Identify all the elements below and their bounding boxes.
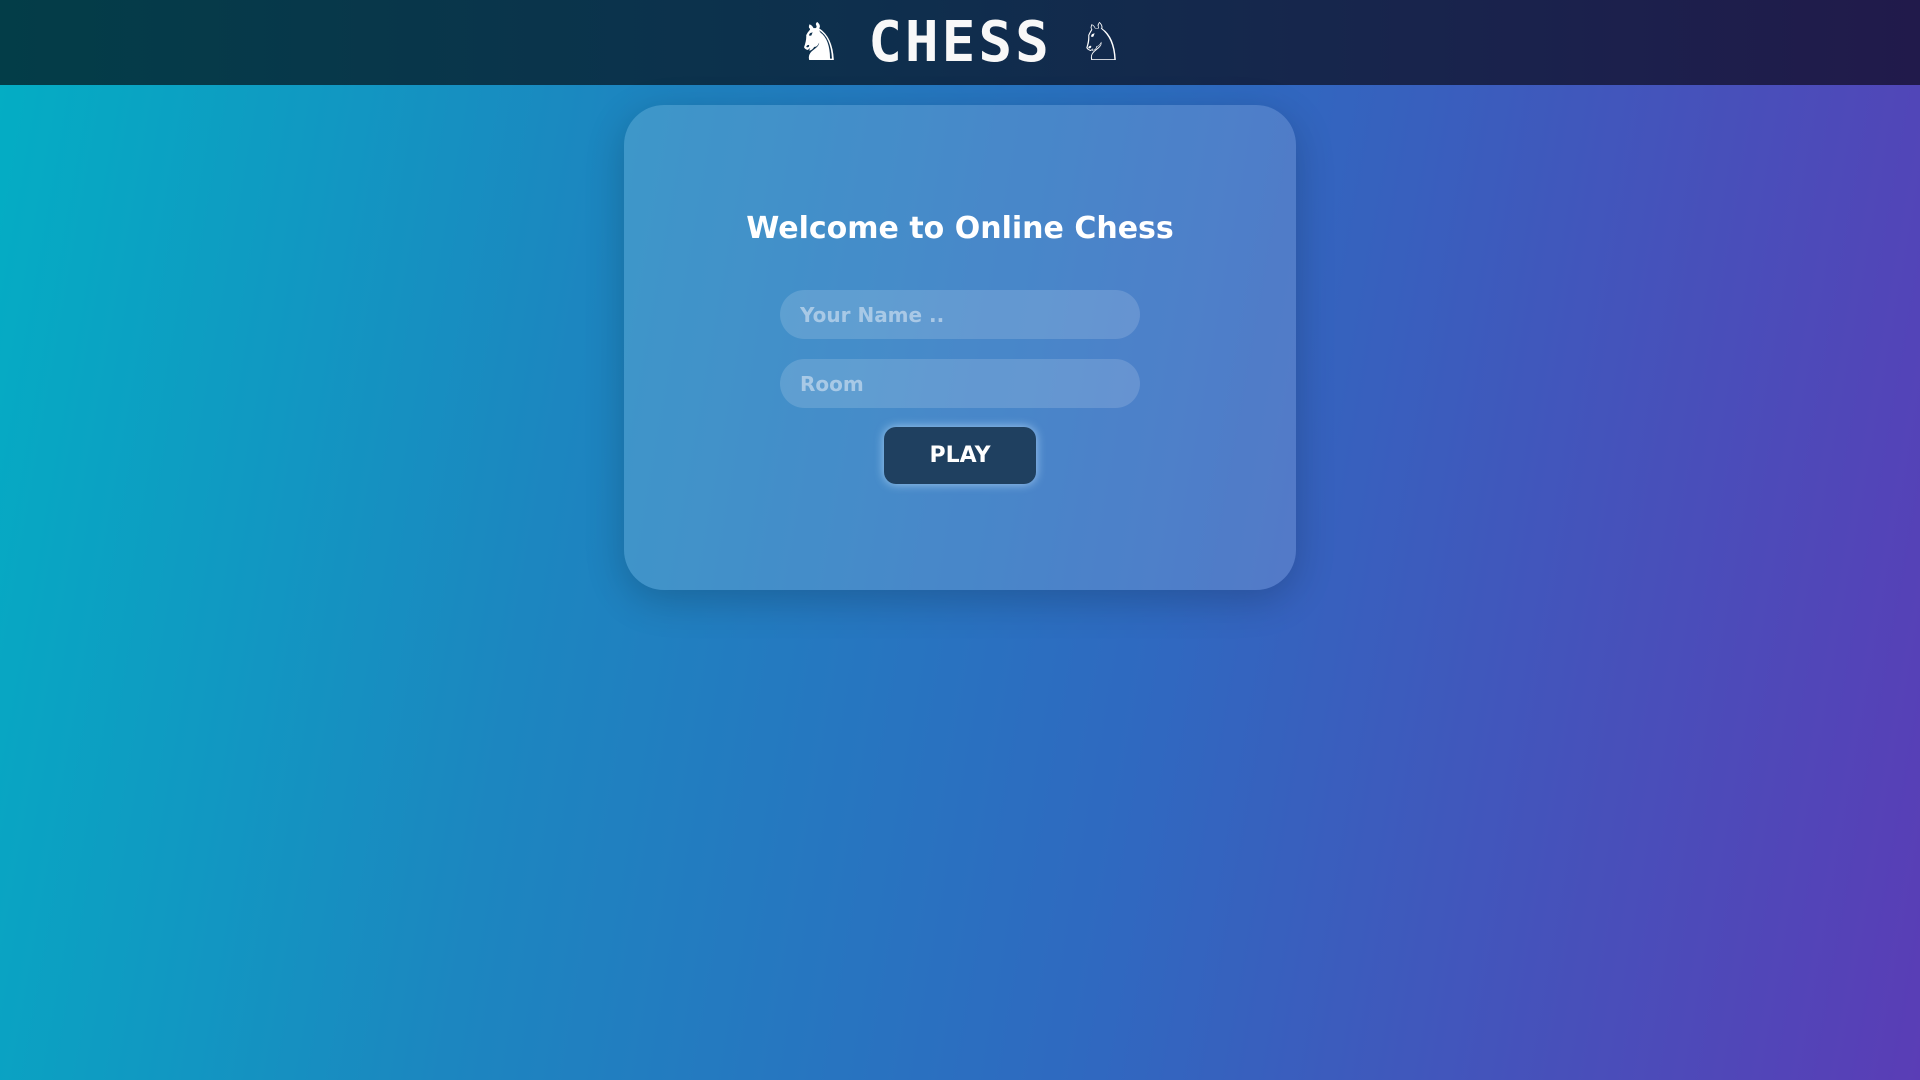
room-input[interactable] (780, 359, 1140, 408)
black-knight-icon: ♞ (795, 12, 843, 73)
join-card: Welcome to Online Chess PLAY (624, 105, 1296, 590)
name-input[interactable] (780, 290, 1140, 339)
app-title: CHESS (868, 10, 1052, 75)
header: ♞ CHESS ♘ (0, 0, 1920, 85)
white-knight-icon: ♘ (1077, 12, 1125, 73)
welcome-title: Welcome to Online Chess (746, 211, 1174, 246)
play-button[interactable]: PLAY (884, 427, 1036, 484)
